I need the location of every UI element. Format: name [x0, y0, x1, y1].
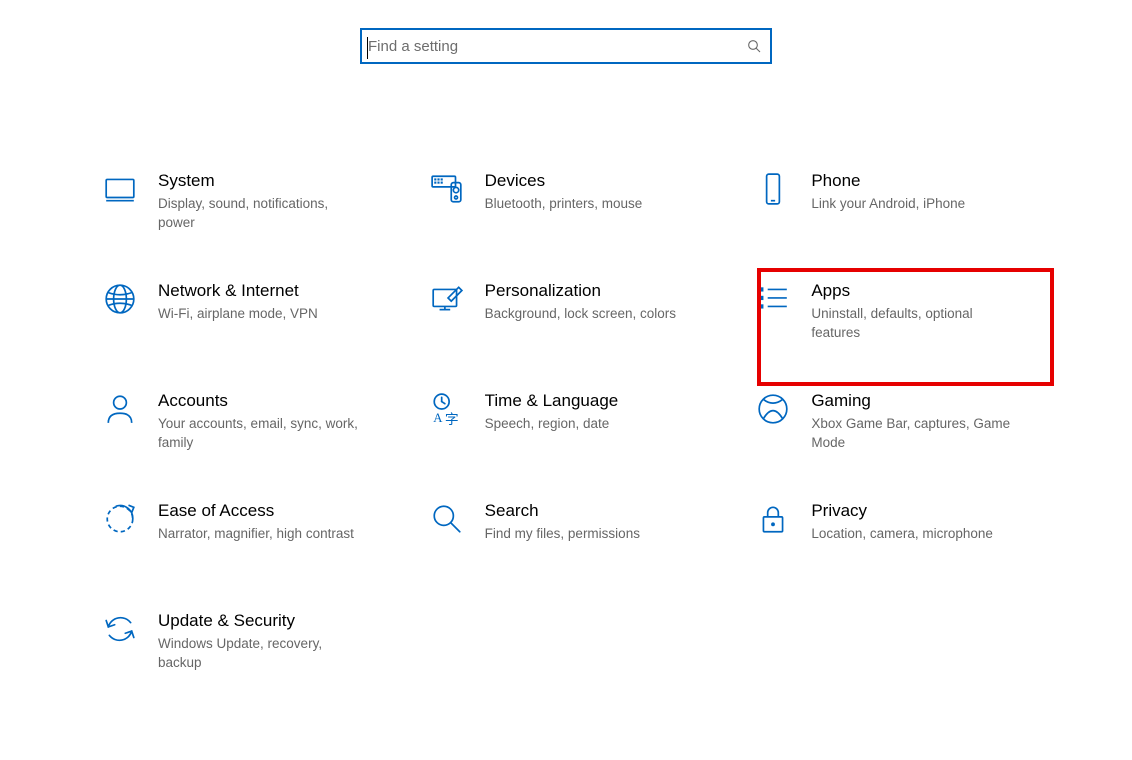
- tile-sub: Find my files, permissions: [485, 524, 640, 543]
- tile-title: Update & Security: [158, 610, 368, 632]
- apps-list-icon: [749, 282, 797, 322]
- tile-search[interactable]: Search Find my files, permissions: [423, 488, 710, 598]
- search-wrap: [0, 28, 1132, 64]
- tile-sub: Speech, region, date: [485, 414, 619, 433]
- tile-title: Apps: [811, 280, 1021, 302]
- tile-text: Network & Internet Wi-Fi, airplane mode,…: [158, 278, 318, 323]
- tile-privacy[interactable]: Privacy Location, camera, microphone: [749, 488, 1036, 598]
- search-icon: [746, 38, 762, 54]
- tile-sub: Background, lock screen, colors: [485, 304, 676, 323]
- tile-sub: Display, sound, notifications, power: [158, 194, 368, 232]
- tile-text: Search Find my files, permissions: [485, 498, 640, 543]
- tile-title: Ease of Access: [158, 500, 354, 522]
- tile-text: Devices Bluetooth, printers, mouse: [485, 168, 643, 213]
- tile-sub: Wi-Fi, airplane mode, VPN: [158, 304, 318, 323]
- tile-text: Personalization Background, lock screen,…: [485, 278, 676, 323]
- tile-sub: Xbox Game Bar, captures, Game Mode: [811, 414, 1021, 452]
- tile-sub: Narrator, magnifier, high contrast: [158, 524, 354, 543]
- tile-ease-of-access[interactable]: Ease of Access Narrator, magnifier, high…: [96, 488, 383, 598]
- tile-sub: Your accounts, email, sync, work, family: [158, 414, 368, 452]
- tile-text: Ease of Access Narrator, magnifier, high…: [158, 498, 354, 543]
- system-icon: [96, 172, 144, 212]
- tile-gaming[interactable]: Gaming Xbox Game Bar, captures, Game Mod…: [749, 378, 1036, 488]
- tile-text: Phone Link your Android, iPhone: [811, 168, 965, 213]
- svg-text:字: 字: [445, 412, 459, 426]
- time-language-icon: A 字: [423, 392, 471, 432]
- tile-text: Gaming Xbox Game Bar, captures, Game Mod…: [811, 388, 1021, 452]
- tile-sub: Link your Android, iPhone: [811, 194, 965, 213]
- tile-title: Gaming: [811, 390, 1021, 412]
- lock-icon: [749, 502, 797, 542]
- search-input[interactable]: [368, 30, 746, 62]
- xbox-icon: [749, 392, 797, 432]
- tile-accounts[interactable]: Accounts Your accounts, email, sync, wor…: [96, 378, 383, 488]
- tile-title: Phone: [811, 170, 965, 192]
- tile-personalization[interactable]: Personalization Background, lock screen,…: [423, 268, 710, 378]
- tile-apps[interactable]: Apps Uninstall, defaults, optional featu…: [749, 268, 1036, 378]
- tile-title: Devices: [485, 170, 643, 192]
- tile-text: Update & Security Windows Update, recove…: [158, 608, 368, 672]
- tile-text: System Display, sound, notifications, po…: [158, 168, 368, 232]
- tile-sub: Location, camera, microphone: [811, 524, 993, 543]
- tile-title: System: [158, 170, 368, 192]
- tile-time-language[interactable]: A 字 Time & Language Speech, region, date: [423, 378, 710, 488]
- tile-system[interactable]: System Display, sound, notifications, po…: [96, 158, 383, 268]
- settings-grid: System Display, sound, notifications, po…: [96, 158, 1036, 708]
- tile-sub: Uninstall, defaults, optional features: [811, 304, 1021, 342]
- tile-title: Personalization: [485, 280, 676, 302]
- tile-devices[interactable]: Devices Bluetooth, printers, mouse: [423, 158, 710, 268]
- tile-title: Accounts: [158, 390, 368, 412]
- tile-network[interactable]: Network & Internet Wi-Fi, airplane mode,…: [96, 268, 383, 378]
- tile-title: Privacy: [811, 500, 993, 522]
- devices-icon: [423, 172, 471, 212]
- tile-sub: Windows Update, recovery, backup: [158, 634, 368, 672]
- globe-icon: [96, 282, 144, 322]
- tile-text: Accounts Your accounts, email, sync, wor…: [158, 388, 368, 452]
- search-box[interactable]: [360, 28, 772, 64]
- ease-of-access-icon: [96, 502, 144, 542]
- text-caret: [367, 37, 368, 59]
- phone-icon: [749, 172, 797, 212]
- tile-text: Apps Uninstall, defaults, optional featu…: [811, 278, 1021, 342]
- tile-update-security[interactable]: Update & Security Windows Update, recove…: [96, 598, 383, 708]
- tile-title: Network & Internet: [158, 280, 318, 302]
- update-sync-icon: [96, 612, 144, 652]
- person-icon: [96, 392, 144, 432]
- tile-text: Privacy Location, camera, microphone: [811, 498, 993, 543]
- tile-title: Search: [485, 500, 640, 522]
- tile-phone[interactable]: Phone Link your Android, iPhone: [749, 158, 1036, 268]
- svg-text:A: A: [433, 411, 443, 425]
- tile-text: Time & Language Speech, region, date: [485, 388, 619, 433]
- magnifier-icon: [423, 502, 471, 542]
- personalization-icon: [423, 282, 471, 322]
- tile-sub: Bluetooth, printers, mouse: [485, 194, 643, 213]
- settings-home: System Display, sound, notifications, po…: [0, 0, 1132, 760]
- tile-title: Time & Language: [485, 390, 619, 412]
